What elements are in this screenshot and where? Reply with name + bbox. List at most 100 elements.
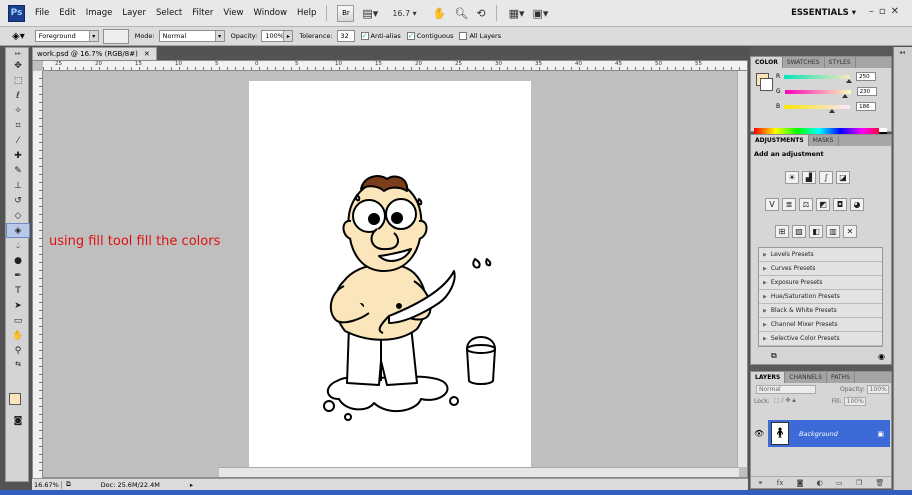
preset-channel-mixer[interactable]: Channel Mixer Presets [759, 318, 882, 332]
brush-tool-icon[interactable]: ✎ [6, 163, 30, 178]
swap-colors-icon[interactable]: ⇆ [6, 358, 30, 370]
status-expand-icon[interactable]: ▸ [190, 481, 193, 489]
tolerance-input[interactable]: 32 [336, 30, 355, 42]
posterize-icon[interactable]: ▨ [792, 225, 806, 238]
pen-tool-icon[interactable]: ✒ [6, 268, 30, 283]
close-icon[interactable]: ✕ [144, 50, 150, 58]
zoom-select[interactable]: 16.7 ▾ [392, 9, 416, 18]
history-brush-tool-icon[interactable]: ↺ [6, 193, 30, 208]
healing-brush-tool-icon[interactable]: ✚ [6, 148, 30, 163]
invert-icon[interactable]: ⊞ [775, 225, 789, 238]
dodge-tool-icon[interactable]: ● [6, 253, 30, 268]
exposure-icon[interactable]: ◪ [836, 171, 850, 184]
tab-styles[interactable]: STYLES [825, 57, 856, 68]
crop-tool-icon[interactable]: ⌗ [6, 118, 30, 133]
blur-tool-icon[interactable]: 💧︎ [6, 238, 30, 253]
paint-bucket-preset-icon[interactable]: ◈▾ [12, 31, 25, 42]
menu-view[interactable]: View [223, 8, 243, 18]
threshold-icon[interactable]: ◧ [809, 225, 823, 238]
toolbox-grip-icon[interactable]: ▸▸ [6, 48, 30, 58]
document-tab[interactable]: work.psd @ 16.7% (RGB/8#) ✕ [32, 47, 157, 60]
blue-slider[interactable] [784, 104, 851, 113]
slider-knob-icon[interactable] [829, 108, 836, 113]
photo-filter-icon[interactable]: ◘ [833, 198, 847, 211]
hue-saturation-icon[interactable]: ≣ [782, 198, 796, 211]
antialias-checkbox[interactable]: ✓ [360, 32, 369, 40]
extras-icon[interactable]: ▤▾ [362, 7, 378, 20]
move-tool-icon[interactable]: ✥ [6, 58, 30, 73]
slider-knob-icon[interactable] [841, 93, 848, 98]
image-canvas[interactable] [249, 81, 531, 470]
tab-swatches[interactable]: SWATCHES [783, 57, 825, 68]
panel-collapse-icon[interactable]: ◂◂ [899, 49, 905, 56]
foreground-color-swatch[interactable] [9, 393, 21, 405]
tab-masks[interactable]: MASKS [809, 135, 839, 146]
menu-layer[interactable]: Layer [122, 8, 146, 18]
bridge-button[interactable]: Br [337, 4, 355, 22]
shape-tool-icon[interactable]: ▭ [6, 313, 30, 328]
menu-filter[interactable]: Filter [192, 8, 213, 18]
quick-mask-icon[interactable]: ◙ [6, 413, 30, 428]
status-zoom[interactable]: 16.67% [32, 480, 62, 489]
red-value[interactable]: 250 [856, 72, 877, 81]
magic-wand-tool-icon[interactable]: ✧ [6, 103, 30, 118]
green-value[interactable]: 230 [856, 87, 877, 96]
layer-style-icon[interactable]: fx [777, 479, 784, 487]
marquee-tool-icon[interactable]: ⬚ [6, 73, 30, 88]
tab-layers[interactable]: LAYERS [751, 372, 786, 383]
layer-fill-input[interactable]: 100% [843, 396, 866, 406]
tab-paths[interactable]: PATHS [827, 372, 855, 383]
contiguous-checkbox[interactable]: ✓ [406, 32, 415, 40]
arrange-documents-icon[interactable]: ▦▾ [509, 7, 525, 20]
window-controls[interactable]: –▫✕ [869, 6, 904, 17]
eraser-tool-icon[interactable]: ◇ [6, 208, 30, 223]
menu-edit[interactable]: Edit [59, 8, 75, 18]
fill-source-select[interactable]: Foreground ▾ [34, 30, 99, 42]
vertical-scrollbar[interactable] [737, 71, 747, 467]
path-selection-tool-icon[interactable]: ➤ [6, 298, 30, 313]
link-layers-icon[interactable]: ⚭ [758, 479, 764, 487]
tab-adjustments[interactable]: ADJUSTMENTS [751, 135, 809, 146]
paint-bucket-tool-icon[interactable]: ◈ [6, 223, 30, 238]
clone-stamp-tool-icon[interactable]: ⊥ [6, 178, 30, 193]
layer-row-background[interactable]: 🧍︎ Background ▣ [768, 420, 890, 447]
zoom-tool-icon[interactable]: ⚲ [6, 343, 30, 358]
new-group-icon[interactable]: ▭ [836, 479, 843, 487]
preset-hue-saturation[interactable]: Hue/Saturation Presets [759, 290, 882, 304]
color-balance-icon[interactable]: ⚖ [799, 198, 813, 211]
hand-icon[interactable]: ✋ [433, 7, 447, 20]
mode-select[interactable]: Normal ▾ [158, 30, 225, 42]
brightness-contrast-icon[interactable]: ☀ [785, 171, 799, 184]
eyedropper-tool-icon[interactable]: ⁄ [6, 133, 30, 148]
levels-icon[interactable]: ▟ [802, 171, 816, 184]
red-slider[interactable] [784, 74, 853, 83]
menu-select[interactable]: Select [156, 8, 182, 18]
new-layer-icon[interactable]: ❐ [856, 479, 862, 487]
slider-knob-icon[interactable] [846, 78, 853, 83]
preset-black-white[interactable]: Black & White Presets [759, 304, 882, 318]
layer-opacity-input[interactable]: 100% [866, 384, 889, 394]
pattern-picker[interactable] [102, 28, 129, 44]
preset-selective-color[interactable]: Selective Color Presets [759, 332, 882, 346]
hand-tool-icon[interactable]: ✋ [6, 328, 30, 343]
status-menu-icon[interactable]: ⧉ [66, 480, 71, 489]
blue-value[interactable]: 186 [856, 102, 877, 111]
vibrance-icon[interactable]: V [765, 198, 779, 211]
tab-color[interactable]: COLOR [751, 57, 783, 68]
zoom-tool-icon[interactable]: 🔍︎ [454, 7, 468, 20]
horizontal-scrollbar[interactable] [219, 467, 739, 477]
lock-icons[interactable]: ⬚∕✥🔒︎ [774, 397, 798, 405]
preset-levels[interactable]: Levels Presets [759, 248, 882, 262]
delete-layer-icon[interactable]: 🗑︎ [875, 479, 884, 487]
gradient-map-icon[interactable]: ▥ [826, 225, 840, 238]
menu-window[interactable]: Window [254, 8, 288, 18]
all-layers-checkbox[interactable] [459, 32, 468, 40]
rotate-view-icon[interactable]: ⟲ [476, 7, 485, 20]
workspace-switcher[interactable]: ESSENTIALS ▾ [791, 8, 856, 18]
menu-file[interactable]: File [35, 8, 49, 18]
preset-curves[interactable]: Curves Presets [759, 262, 882, 276]
tab-channels[interactable]: CHANNELS [785, 372, 828, 383]
adjustment-layer-icon[interactable]: ◐ [817, 479, 823, 487]
channel-mixer-icon[interactable]: ◕ [850, 198, 864, 211]
opacity-input[interactable]: 100% ▸ [261, 30, 294, 42]
